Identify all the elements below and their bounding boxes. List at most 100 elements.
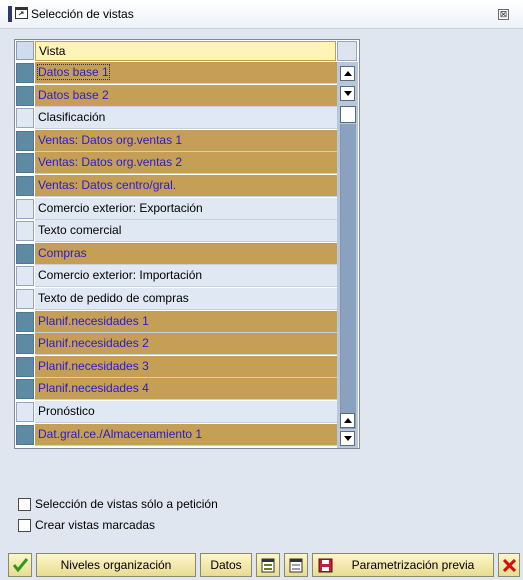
create-marked-label: Crear vistas marcadas: [35, 518, 156, 532]
cancel-button[interactable]: [498, 553, 520, 577]
row-label-text: Ventas: Datos centro/gral.: [38, 178, 177, 192]
row-selector[interactable]: [16, 63, 34, 83]
column-header-vista[interactable]: Vista: [35, 41, 336, 61]
row-label-text: Comercio exterior: Importación: [38, 268, 203, 283]
select-all-icon: [261, 558, 275, 573]
data-button[interactable]: Datos: [200, 553, 252, 577]
title-bar: Selección de vistas ⊠: [0, 0, 523, 29]
row-selector[interactable]: [16, 243, 34, 264]
row-selector[interactable]: [16, 266, 34, 287]
close-button[interactable]: ⊠: [498, 9, 509, 20]
scroll-down-button[interactable]: [340, 86, 355, 101]
row-label: Compras: [35, 242, 337, 265]
row-selector[interactable]: [16, 424, 34, 445]
deselect-all-views-button[interactable]: [284, 553, 308, 577]
table-row[interactable]: Ventas: Datos org.ventas 1: [15, 129, 337, 152]
arrow-down-icon: [344, 436, 352, 441]
table-row[interactable]: Dat.gral.ce./Almacenamiento 1: [15, 423, 337, 446]
row-label: Comercio exterior: Importación: [35, 265, 337, 288]
table-row[interactable]: Ventas: Datos org.ventas 2: [15, 152, 337, 175]
table-row[interactable]: Clasificación: [15, 107, 337, 130]
row-label: Datos base 1: [35, 62, 337, 84]
scroll-track[interactable]: [340, 124, 356, 429]
row-selector[interactable]: [16, 153, 34, 174]
title-accent-bar: [8, 6, 12, 22]
org-levels-label: Niveles organización: [60, 558, 172, 572]
row-label: Planif.necesidades 3: [35, 355, 337, 378]
table-row[interactable]: Compras: [15, 242, 337, 265]
row-label: Ventas: Datos centro/gral.: [35, 175, 337, 197]
row-selector[interactable]: [16, 221, 34, 242]
window-title: Selección de vistas: [31, 7, 134, 21]
confirm-button[interactable]: [8, 553, 32, 577]
table-rows: Datos base 1 Datos base 2 Clasificación Ven…: [15, 62, 337, 448]
row-label-text: Compras: [38, 245, 87, 260]
table-row[interactable]: Texto de pedido de compras: [15, 288, 337, 310]
row-label: Planif.necesidades 4: [35, 378, 337, 401]
row-label-text: Texto comercial: [38, 223, 122, 238]
table-row[interactable]: Datos base 2: [15, 84, 337, 107]
row-label-text: Datos base 1: [37, 64, 110, 80]
table-row[interactable]: Ventas: Datos centro/gral.: [15, 175, 337, 197]
row-label: Texto comercial: [35, 220, 337, 243]
row-selector[interactable]: [16, 130, 34, 151]
select-all-views-button[interactable]: [256, 553, 280, 577]
vertical-scrollbar[interactable]: [337, 62, 358, 448]
row-selector[interactable]: [16, 379, 34, 400]
checkmark-icon: [13, 558, 28, 572]
table-row[interactable]: Comercio exterior: Exportación: [15, 197, 337, 220]
row-label: Texto de pedido de compras: [35, 288, 337, 310]
row-selector[interactable]: [16, 356, 34, 377]
row-label-text: Planif.necesidades 2: [38, 336, 149, 351]
row-label-text: Clasificación: [38, 110, 106, 125]
only-on-request-label: Selección de vistas sólo a petición: [35, 497, 218, 511]
table-row[interactable]: Planif.necesidades 3: [15, 355, 337, 378]
row-label: Pronóstico: [35, 401, 337, 423]
table-row[interactable]: Pronóstico: [15, 401, 337, 423]
table-row[interactable]: Texto comercial: [15, 220, 337, 243]
org-levels-button[interactable]: Niveles organización: [36, 553, 196, 577]
table-row[interactable]: Planif.necesidades 1: [15, 310, 337, 333]
row-selector[interactable]: [16, 198, 34, 219]
row-label-text: Planif.necesidades 1: [38, 313, 149, 328]
table-row[interactable]: Comercio exterior: Importación: [15, 265, 337, 288]
table-row[interactable]: Planif.necesidades 2: [15, 333, 337, 356]
row-label: Planif.necesidades 1: [35, 310, 337, 333]
arrow-up-icon: [344, 418, 352, 423]
row-selector[interactable]: [16, 402, 34, 422]
row-label-text: Pronóstico: [38, 404, 95, 418]
dialog-toolbar: Niveles organización Datos Parametrizaci…: [0, 550, 523, 580]
row-label-text: Dat.gral.ce./Almacenamiento 1: [38, 426, 203, 441]
data-label: Datos: [210, 558, 242, 572]
select-all-button[interactable]: [16, 41, 34, 60]
column-settings-corner[interactable]: [337, 41, 357, 61]
row-label-text: Datos base 2: [38, 87, 109, 102]
save-icon: [318, 558, 333, 573]
row-label-text: Texto de pedido de compras: [38, 291, 189, 305]
row-selector[interactable]: [16, 311, 34, 332]
row-selector[interactable]: [16, 85, 34, 106]
only-on-request-checkbox[interactable]: [18, 498, 31, 511]
row-label: Datos base 2: [35, 84, 337, 107]
page-up-button[interactable]: [340, 413, 355, 428]
row-label-text: Ventas: Datos org.ventas 1: [38, 132, 183, 147]
default-values-button[interactable]: Parametrización previa: [312, 553, 494, 577]
row-selector[interactable]: [16, 334, 34, 355]
row-selector[interactable]: [16, 289, 34, 309]
views-table: Vista Datos base 1 Datos base 2 Clasificac…: [14, 39, 360, 449]
create-marked-checkbox[interactable]: [18, 519, 31, 532]
row-selector[interactable]: [16, 176, 34, 196]
row-selector[interactable]: [16, 108, 34, 129]
scroll-up-button[interactable]: [340, 66, 355, 81]
row-label: Ventas: Datos org.ventas 2: [35, 152, 337, 175]
row-label-text: Ventas: Datos org.ventas 2: [38, 155, 183, 170]
default-values-label: Parametrización previa: [351, 558, 475, 572]
page-down-button[interactable]: [340, 431, 355, 446]
row-label-text: Planif.necesidades 3: [38, 358, 149, 373]
row-label: Ventas: Datos org.ventas 1: [35, 129, 337, 152]
table-row[interactable]: Datos base 1: [15, 62, 337, 84]
table-row[interactable]: Planif.necesidades 4: [15, 378, 337, 401]
cancel-icon: [503, 559, 516, 572]
scroll-thumb[interactable]: [340, 106, 356, 123]
row-label-text: Planif.necesidades 4: [38, 381, 149, 396]
